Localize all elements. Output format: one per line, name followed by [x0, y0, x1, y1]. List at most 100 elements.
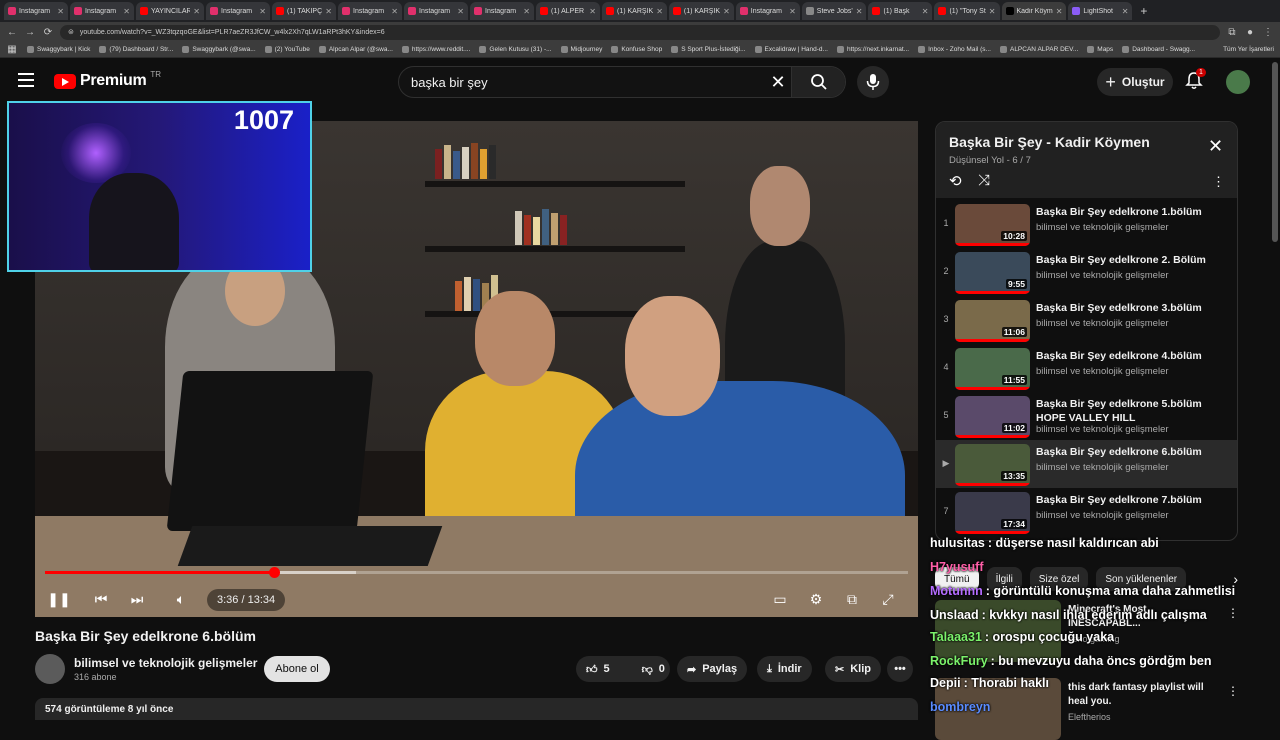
close-icon[interactable]: ✕ — [1208, 136, 1223, 157]
tab-close-icon[interactable]: ✕ — [1056, 7, 1063, 16]
tab-close-icon[interactable]: ✕ — [523, 7, 530, 16]
channel-name[interactable]: bilimsel ve teknolojik gelişmeler — [74, 656, 257, 670]
playlist-item[interactable]: ▶ 13:35 Başka Bir Şey edelkrone 6.bölüm bil… — [936, 440, 1237, 488]
chip-1[interactable]: İlgili — [986, 567, 1022, 591]
bookmark-item[interactable]: Inbox - Zoho Mail (s... — [918, 46, 991, 53]
browser-tab[interactable]: Instagram ✕ — [70, 2, 134, 20]
playlist-thumbnail[interactable]: 11:02 — [955, 396, 1030, 438]
tab-close-icon[interactable]: ✕ — [57, 7, 64, 16]
playlist-item-title[interactable]: Başka Bir Şey edelkrone 7.bölüm — [1036, 493, 1231, 507]
fullscreen-icon[interactable]: ⤢ — [876, 587, 900, 611]
notifications-button[interactable]: 1 — [1185, 68, 1206, 91]
menu-icon[interactable] — [18, 73, 34, 87]
browser-tab[interactable]: (1) TAKİPÇ ✕ — [272, 2, 336, 20]
shuffle-icon[interactable]: ⤨ — [978, 172, 990, 189]
browser-tab[interactable]: (1) KARŞIK ✕ — [602, 2, 667, 20]
bookmark-item[interactable]: Konfuse Shop — [611, 46, 662, 53]
channel-avatar[interactable] — [35, 654, 65, 684]
bookmark-item[interactable]: Swaggybark | Kick — [27, 46, 90, 53]
tab-close-icon[interactable]: ✕ — [656, 7, 663, 16]
playlist-item-title[interactable]: Başka Bir Şey edelkrone 5.bölüm HOPE VAL… — [1036, 397, 1231, 425]
pause-icon[interactable]: ❚❚ — [47, 587, 71, 611]
more-actions-button[interactable]: ••• — [887, 656, 913, 682]
playlist-thumbnail[interactable]: 9:55 — [955, 252, 1030, 294]
all-bookmarks[interactable]: Tüm Yer İşaretleri — [1223, 46, 1274, 53]
playlist-item[interactable]: 2 9:55 Başka Bir Şey edelkrone 2. Bölüm bil… — [936, 248, 1237, 296]
bookmark-item[interactable]: ALPCAN ALPAR DEV... — [999, 46, 1078, 53]
playlist-thumbnail[interactable]: 13:35 — [955, 444, 1030, 486]
rec-title[interactable]: Minecraft's Most INESCAPABL... — [1068, 603, 1218, 631]
tab-close-icon[interactable]: ✕ — [123, 7, 130, 16]
tab-close-icon[interactable]: ✕ — [391, 7, 398, 16]
chip-0[interactable]: Tümü — [935, 567, 979, 591]
chip-2[interactable]: Size özel — [1029, 567, 1089, 591]
bookmark-item[interactable]: Excalidraw | Hand-d... — [754, 46, 828, 53]
bookmark-item[interactable]: https://next.inkarnat... — [836, 46, 909, 53]
dislike-button[interactable]: 👎︎ 0 — [632, 656, 675, 682]
subscribe-button[interactable]: Abone ol — [264, 656, 330, 682]
tab-close-icon[interactable]: ✕ — [325, 7, 332, 16]
playlist-item-title[interactable]: Başka Bir Şey edelkrone 6.bölüm — [1036, 445, 1231, 459]
bookmark-item[interactable]: Maps — [1087, 46, 1113, 53]
browser-tab[interactable]: Instagram ✕ — [338, 2, 402, 20]
browser-tab[interactable]: (1) KARŞIK ✕ — [668, 2, 734, 20]
rec-item[interactable]: Minecraft's Most INESCAPABL... zeno gami… — [935, 600, 1239, 662]
tab-close-icon[interactable]: ✕ — [723, 7, 730, 16]
bookmark-item[interactable]: Dashboard - Swagg... — [1122, 46, 1195, 53]
account-avatar[interactable] — [1226, 70, 1250, 94]
forward-icon[interactable]: → — [24, 27, 36, 38]
playlist-title[interactable]: Başka Bir Şey - Kadir Köymen — [949, 134, 1150, 150]
loop-icon[interactable]: ⟲ — [949, 172, 962, 190]
clear-icon[interactable]: ✕ — [765, 72, 791, 93]
tab-close-icon[interactable]: ✕ — [922, 7, 929, 16]
bookmark-item[interactable]: https://www.reddit.... — [401, 46, 470, 53]
playlist-item-title[interactable]: Başka Bir Şey edelkrone 4.bölüm — [1036, 349, 1231, 363]
chip-3[interactable]: Son yüklenenler — [1096, 567, 1187, 591]
rec-thumbnail[interactable] — [935, 600, 1061, 662]
url-field[interactable]: ⊜ youtube.com/watch?v=_WZ3tqzqoGE&list=P… — [60, 24, 1220, 40]
tab-close-icon[interactable]: ✕ — [989, 7, 996, 16]
tab-close-icon[interactable]: ✕ — [1122, 7, 1129, 16]
playlist-item[interactable]: 1 10:28 Başka Bir Şey edelkrone 1.bölüm bil… — [936, 200, 1237, 248]
rec-more-icon[interactable]: ⋮ — [1227, 684, 1239, 698]
bookmark-item[interactable]: Swaggybark (@swa... — [182, 46, 256, 53]
browser-tab[interactable]: LightShot ✕ — [1068, 2, 1133, 20]
playlist-thumbnail[interactable]: 11:06 — [955, 300, 1030, 342]
subtitles-icon[interactable]: ▭ — [768, 587, 792, 611]
progress-scrubber[interactable] — [268, 567, 280, 578]
tab-close-icon[interactable]: ✕ — [789, 7, 796, 16]
rec-thumbnail[interactable] — [935, 678, 1061, 740]
rec-more-icon[interactable]: ⋮ — [1227, 606, 1239, 620]
browser-tab[interactable]: Kadir Köym ✕ — [1001, 2, 1067, 20]
tab-close-icon[interactable]: ✕ — [259, 7, 266, 16]
browser-tab[interactable]: (1) "Tony St ✕ — [934, 2, 1000, 20]
playlist-thumbnail[interactable]: 10:28 — [955, 204, 1030, 246]
bookmark-item[interactable]: (2) YouTube — [264, 46, 310, 53]
playlist-thumbnail[interactable]: 17:34 — [955, 492, 1030, 534]
playlist-item[interactable]: 3 11:06 Başka Bir Şey edelkrone 3.bölüm bil… — [936, 296, 1237, 344]
playlist-item[interactable]: 4 11:55 Başka Bir Şey edelkrone 4.bölüm bil… — [936, 344, 1237, 392]
create-button[interactable]: + Oluştur — [1097, 68, 1173, 96]
browser-tab[interactable]: Instagram ✕ — [4, 2, 68, 20]
rec-item[interactable]: this dark fantasy playlist will heal you… — [935, 678, 1239, 740]
playlist-item-title[interactable]: Başka Bir Şey edelkrone 1.bölüm — [1036, 205, 1231, 219]
browser-tab[interactable]: Steve Jobs' ✕ — [801, 2, 867, 20]
bookmark-item[interactable]: Gelen Kutusu (31) -... — [479, 46, 552, 53]
new-tab-icon[interactable]: + — [1134, 4, 1153, 18]
bookmark-item[interactable]: Alpcan Alpar (@swa... — [318, 46, 393, 53]
browser-tab[interactable]: Instagram ✕ — [404, 2, 468, 20]
share-button[interactable]: ➦ Paylaş — [677, 656, 748, 682]
bookmark-item[interactable]: S Sport Plus-İstediği... — [671, 46, 746, 53]
download-button[interactable]: ⤓ İndir — [757, 656, 812, 682]
tab-close-icon[interactable]: ✕ — [193, 7, 200, 16]
browser-tab[interactable]: YAYINCILAR ✕ — [136, 2, 204, 20]
playlist-item-title[interactable]: Başka Bir Şey edelkrone 2. Bölüm — [1036, 253, 1231, 267]
page-scrollbar[interactable] — [1272, 62, 1278, 242]
search-input[interactable]: başka bir şey — [399, 75, 765, 90]
volume-icon[interactable]: 🔈︎ — [169, 587, 193, 611]
browser-menu-icon[interactable]: ⋮ — [1262, 27, 1274, 38]
browser-tab[interactable]: (1) Başk ✕ — [868, 2, 933, 20]
browser-tab[interactable]: Instagram ✕ — [470, 2, 534, 20]
bookmark-item[interactable]: Midjourney — [560, 46, 602, 53]
browser-tab[interactable]: (1) ALPER ✕ — [536, 2, 600, 20]
